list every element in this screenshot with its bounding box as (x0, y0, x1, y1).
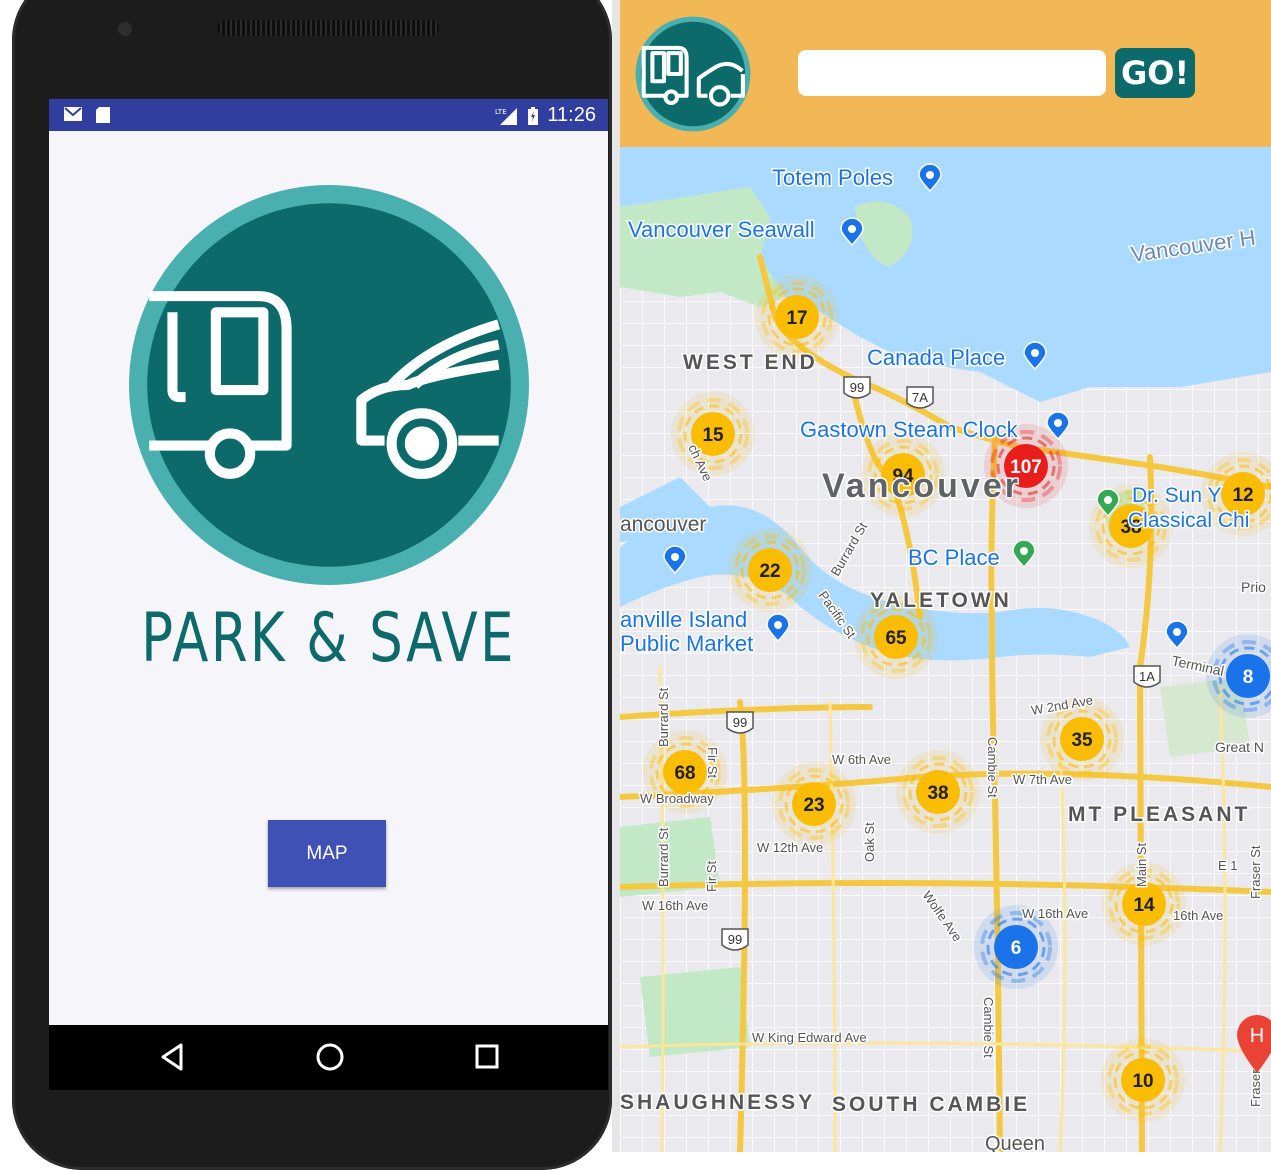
cluster-count: 15 (702, 425, 724, 446)
cluster-count: 14 (1133, 895, 1155, 916)
parking-cluster[interactable]: 22 (728, 528, 812, 612)
parking-cluster[interactable]: 10 (1101, 1038, 1185, 1122)
map-place-label: Canada Place (867, 345, 1005, 370)
map-place-label: Prio (1241, 579, 1266, 595)
map-place-label: BC Place (908, 545, 1000, 570)
cluster-count: 8 (1243, 667, 1254, 688)
cluster-count: 10 (1132, 1071, 1153, 1092)
parking-cluster[interactable]: 17 (755, 275, 839, 359)
street-label: Cambie St (981, 997, 996, 1058)
front-camera (118, 22, 132, 36)
parking-cluster[interactable]: 23 (772, 762, 856, 846)
sd-card-icon (96, 107, 110, 123)
street-label: W 16th Ave (642, 898, 708, 913)
street-label: Main St (1134, 843, 1149, 887)
map-place-label: Dr. Sun Y (1132, 484, 1222, 507)
map-place-label: Great N (1215, 739, 1264, 755)
app-logo (635, 16, 751, 132)
map-place-label: Totem Poles (772, 165, 893, 190)
street-label: 16th Ave (1173, 908, 1223, 923)
cluster-count: 22 (759, 561, 780, 582)
street-label: W 7th Ave (1013, 772, 1072, 787)
cluster-count: 65 (885, 628, 907, 649)
go-button[interactable]: GO! (1115, 48, 1195, 98)
app-header: GO! (620, 0, 1271, 147)
svg-text:99: 99 (850, 380, 864, 395)
map-place-label: MT PLEASANT (1068, 803, 1250, 826)
marker-letter: H (1250, 1025, 1264, 1047)
cluster-count: 68 (674, 763, 695, 784)
park-and-save-logo (129, 185, 529, 585)
map-app: GO! 17 15 94 107 12 38 22 65 8 35 68 23 … (620, 0, 1271, 1152)
street-label: W 16th Ave (1022, 906, 1088, 921)
street-label: Cambie St (985, 737, 1000, 798)
phone-screen: LTE 11:26 PARK & SAVE MAP (49, 99, 608, 1090)
clock: 11:26 (547, 104, 596, 126)
earpiece-speaker (217, 20, 439, 36)
svg-text:7A: 7A (912, 390, 928, 405)
network-type: LTE (495, 108, 507, 116)
highway-shield: 99 (721, 928, 749, 951)
home-icon[interactable] (315, 1042, 345, 1072)
map-view[interactable]: 171594 1071238226583568233814610 997A991A… (620, 147, 1271, 1152)
cluster-count: 35 (1071, 730, 1093, 751)
street-label: W 12th Ave (757, 840, 823, 855)
street-label: Fraser St (1248, 845, 1263, 899)
map-place-label: YALETOWN (870, 589, 1012, 612)
street-label: Oak St (862, 822, 877, 862)
app-title: PARK & SAVE (141, 599, 516, 678)
back-icon[interactable] (159, 1042, 185, 1072)
search-input[interactable] (798, 50, 1106, 96)
map-place-label: SHAUGHNESSY (620, 1091, 815, 1114)
highway-shield: 99 (843, 376, 871, 399)
recents-icon[interactable] (474, 1042, 500, 1072)
cluster-count: 12 (1232, 485, 1253, 506)
gmail-icon (64, 107, 82, 121)
street-label: W 6th Ave (832, 752, 891, 767)
map-place-label: Queen (985, 1133, 1045, 1152)
street-label: Burrard St (656, 827, 671, 887)
cluster-count: 38 (927, 783, 948, 804)
map-place-label: WEST END (683, 351, 818, 374)
svg-text:99: 99 (733, 715, 747, 730)
cluster-count: 23 (803, 795, 824, 816)
map-place-label: Vancouver (822, 467, 1021, 505)
street-label: Fraser (1248, 1069, 1263, 1107)
signal-icon: LTE (495, 107, 518, 125)
street-label: W Broadway (640, 791, 714, 806)
map-place-label: Classical Chi (1128, 509, 1249, 532)
highway-shield: 1A (1133, 665, 1161, 688)
street-label: E 1 (1218, 858, 1238, 873)
map-place-label: Public Market (620, 631, 753, 656)
parking-cluster[interactable]: 15 (671, 392, 755, 476)
parking-cluster[interactable]: 38 (896, 750, 980, 834)
highway-shield: 99 (726, 711, 754, 734)
battery-icon (528, 106, 539, 125)
status-bar: LTE 11:26 (49, 99, 608, 131)
map-place-label: anville Island (620, 607, 747, 632)
svg-text:1A: 1A (1139, 669, 1155, 684)
cluster-count: 6 (1011, 938, 1022, 959)
cluster-count: 17 (786, 308, 807, 329)
street-label: Burrard St (656, 687, 671, 747)
map-button[interactable]: MAP (268, 820, 386, 887)
street-label: Fir St (705, 747, 720, 778)
map-place-label: Gastown Steam Clock (800, 417, 1019, 442)
street-label: W King Edward Ave (752, 1030, 867, 1045)
highway-shield: 7A (906, 386, 934, 409)
android-nav-bar (49, 1025, 608, 1090)
map-place-label: SOUTH CAMBIE (832, 1093, 1030, 1116)
street-label: Fir St (704, 861, 719, 892)
svg-text:99: 99 (728, 932, 742, 947)
panel-divider (612, 0, 620, 1152)
map-place-label: ancouver (620, 513, 706, 536)
map-place-label: Vancouver Seawall (628, 217, 815, 242)
